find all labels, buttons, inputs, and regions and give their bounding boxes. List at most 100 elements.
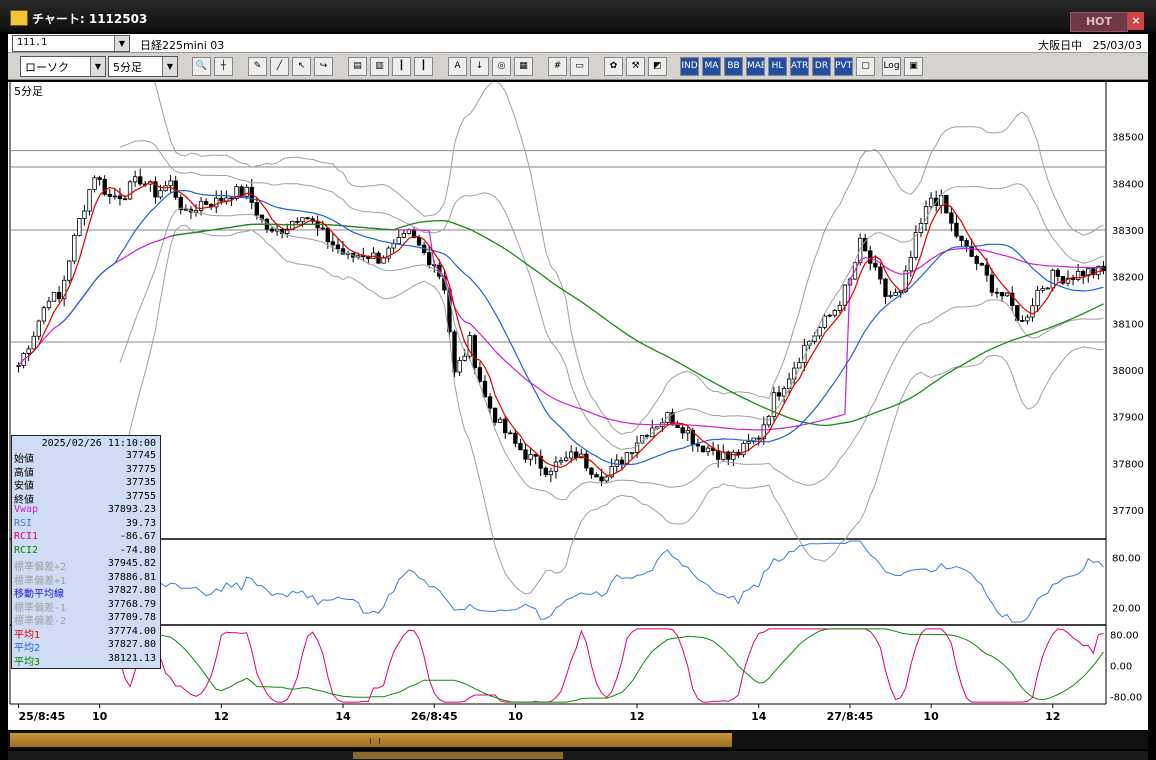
all-icon[interactable]: A — [448, 57, 467, 76]
palette-icon[interactable]: ◩ — [648, 57, 667, 76]
gear-icon[interactable]: ✿ — [604, 57, 623, 76]
symbol-name: 日経225mini 03 — [140, 39, 225, 52]
info-row: 移動平均線 37827.80 — [14, 585, 158, 600]
candle — [883, 278, 888, 297]
info-row-label: RSI — [14, 517, 33, 529]
info-row-label: RCI1 — [14, 531, 39, 542]
candle — [594, 474, 599, 478]
indicator-button-dr[interactable]: DR — [812, 57, 831, 76]
info-row-value: 38121.13 — [107, 652, 156, 664]
info-row: 終値 37755 — [14, 491, 158, 506]
pencil-icon[interactable]: ✎ — [248, 57, 267, 76]
info-row-value: 37827.80 — [107, 585, 156, 596]
candle — [244, 186, 249, 197]
candle — [132, 176, 138, 183]
print-icon[interactable]: ▤ — [348, 57, 367, 76]
indicator-button-atr[interactable]: ATR — [790, 57, 809, 76]
pin-icon[interactable]: ▣ — [904, 57, 923, 76]
info-row: 高値 37775 — [14, 464, 158, 479]
indicator-button-pvt[interactable]: PVT — [834, 57, 853, 76]
search-chart-icon[interactable]: ◎ — [492, 57, 511, 76]
candle — [335, 244, 341, 250]
indicator-button-mae[interactable]: MAE — [746, 57, 765, 76]
chevron-down-icon[interactable]: ▼ — [162, 57, 177, 76]
chart-type-select[interactable]: ローソク ▼ — [20, 56, 106, 77]
scrollbar-thumb[interactable] — [10, 733, 732, 747]
window-title: チャート: 1112503 — [32, 12, 148, 26]
exchange-label: 大阪日中 — [1038, 39, 1083, 52]
chart-config-icon[interactable]: ▦ — [514, 57, 533, 76]
hot-button[interactable]: HOT — [1070, 12, 1128, 32]
bar-chart-2-icon[interactable]: ┃ — [414, 57, 433, 76]
crosshair-icon[interactable]: ┼ — [214, 57, 233, 76]
candle — [837, 304, 843, 311]
info-row: 安値 37735 — [14, 477, 158, 492]
indicator-button-hl[interactable]: HL — [768, 57, 787, 76]
candle — [305, 217, 310, 220]
time-tick-label: 10 — [92, 710, 108, 723]
date-label: 25/03/03 — [1092, 39, 1142, 52]
candle — [558, 460, 564, 463]
candle — [325, 227, 330, 243]
candle — [295, 220, 300, 223]
candle — [396, 237, 401, 245]
close-button[interactable]: × — [1128, 12, 1144, 30]
chart-area[interactable]: 5分足 38500 38400 38300 38200 38100 38000 37900 37… — [8, 38, 1148, 730]
overview-thumb[interactable] — [353, 752, 563, 759]
candle — [36, 320, 41, 337]
chevron-down-icon[interactable]: ▼ — [114, 36, 129, 51]
horizontal-scrollbar[interactable] — [8, 731, 1148, 749]
info-row-label: RCI2 — [14, 544, 39, 556]
line-tool-icon[interactable]: ╱ — [270, 57, 289, 76]
indicator-button-ma[interactable]: MA — [702, 57, 721, 76]
candle — [254, 202, 259, 216]
bar-chart-icon[interactable]: ┃ — [392, 57, 411, 76]
interval-select[interactable]: 5分足 ▼ — [108, 56, 178, 77]
zoom-icon[interactable]: 🔍 — [192, 57, 211, 76]
memo-icon[interactable]: ▭ — [570, 57, 589, 76]
candle — [518, 443, 523, 451]
price-tick-label: 37700 — [1112, 506, 1144, 517]
symbol-code-select[interactable]: 111.1 ▼ — [12, 35, 130, 52]
redo-icon[interactable]: ↪ — [314, 57, 333, 76]
info-row-label: 平均3 — [14, 656, 41, 668]
indicator-button-bb[interactable]: BB — [724, 57, 743, 76]
candle — [959, 235, 964, 241]
indicator-button-ind[interactable]: IND — [680, 57, 699, 76]
candle — [26, 348, 31, 354]
candle — [695, 443, 701, 447]
info-row-value: 37827.80 — [107, 639, 156, 650]
chevron-down-icon[interactable]: ▼ — [90, 57, 105, 76]
candle — [873, 262, 878, 268]
info-row: 平均1 37774.00 — [14, 626, 158, 641]
time-tick-label: 10 — [508, 710, 524, 723]
candle — [107, 193, 112, 197]
candle — [822, 315, 827, 328]
trash-icon[interactable]: ▥ — [370, 57, 389, 76]
info-row: 平均2 37827.80 — [14, 639, 158, 654]
candle — [614, 459, 619, 467]
window-icon[interactable]: ▢ — [856, 57, 875, 76]
candle — [462, 355, 467, 361]
candle — [51, 291, 57, 302]
overview-strip[interactable] — [8, 751, 1148, 760]
wrench-icon[interactable]: ⚒ — [626, 57, 645, 76]
info-panel: 2025/02/26 11:10:00 始値 37745 高値 37775 安値 3773… — [11, 435, 161, 669]
info-row: RSI 39.73 — [14, 518, 158, 531]
log-button[interactable]: Log — [882, 57, 901, 76]
candle — [523, 449, 528, 460]
mesh-icon[interactable]: # — [548, 57, 567, 76]
candle — [680, 427, 685, 434]
candle — [31, 335, 36, 350]
candle — [705, 447, 711, 453]
candle — [817, 327, 822, 337]
candle — [543, 467, 548, 476]
candle — [731, 451, 736, 460]
info-row: 標準偏差+1 37886.81 — [14, 572, 158, 587]
candle — [158, 190, 163, 198]
candle — [827, 314, 832, 317]
down-arrow-icon[interactable]: ↓ — [470, 57, 489, 76]
cursor-icon[interactable]: ↖ — [292, 57, 311, 76]
chart-svg[interactable]: 5分足 38500 38400 38300 38200 38100 38000 37900 37… — [8, 38, 1148, 730]
grip-icon — [370, 738, 380, 744]
